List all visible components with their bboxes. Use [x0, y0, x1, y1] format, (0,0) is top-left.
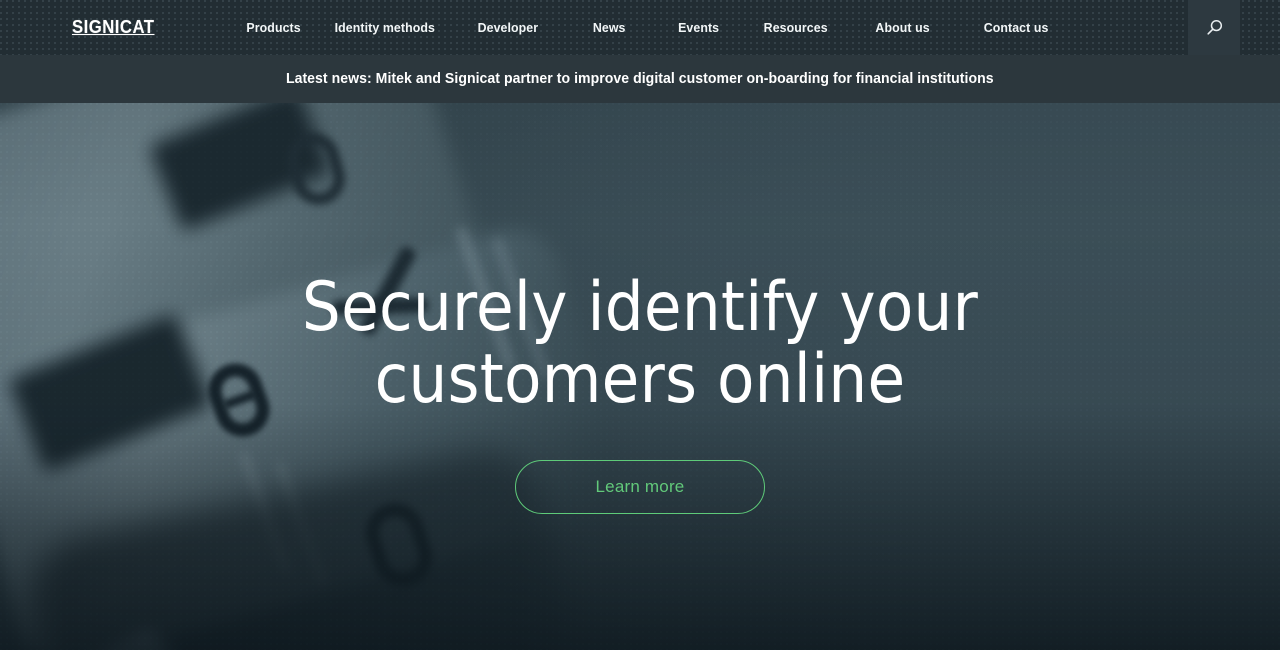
nav-link-label[interactable]: Products — [247, 20, 301, 35]
hero-title: Securely identify your customers online — [190, 272, 1090, 416]
nav-link-label[interactable]: Resources — [764, 20, 828, 35]
nav-item-developer[interactable]: Developer — [452, 0, 564, 55]
primary-nav: Products Identity methods Developer News… — [230, 0, 1074, 55]
learn-more-button[interactable]: Learn more — [515, 460, 765, 514]
latest-news-text[interactable]: Latest news: Mitek and Signicat partner … — [286, 71, 994, 87]
hero-section: Securely identify your customers online … — [0, 103, 1280, 650]
nav-link-label[interactable]: News — [593, 20, 626, 35]
search-button[interactable] — [1188, 0, 1240, 55]
nav-item-products[interactable]: Products — [230, 0, 318, 55]
nav-item-identity-methods[interactable]: Identity methods — [318, 0, 452, 55]
nav-item-about-us[interactable]: About us — [848, 0, 958, 55]
nav-item-news[interactable]: News — [564, 0, 654, 55]
search-icon — [1204, 18, 1224, 38]
hero-content: Securely identify your customers online … — [0, 103, 1280, 650]
hero-title-line-2: customers online — [374, 340, 906, 419]
signicat-logo[interactable]: SIGNICAT — [72, 0, 154, 55]
nav-link-label[interactable]: Events — [678, 20, 719, 35]
nav-link-label[interactable]: Developer — [478, 20, 539, 35]
latest-news-banner[interactable]: Latest news: Mitek and Signicat partner … — [0, 55, 1280, 103]
hero-title-line-1: Securely identify your — [301, 268, 979, 347]
nav-item-events[interactable]: Events — [654, 0, 744, 55]
nav-link-label[interactable]: About us — [876, 20, 930, 35]
nav-link-label[interactable]: Identity methods — [335, 20, 435, 35]
nav-item-resources[interactable]: Resources — [744, 0, 848, 55]
nav-link-label[interactable]: Contact us — [984, 20, 1049, 35]
top-navigation-bar: SIGNICAT Products Identity methods Devel… — [0, 0, 1280, 55]
nav-item-contact-us[interactable]: Contact us — [958, 0, 1074, 55]
